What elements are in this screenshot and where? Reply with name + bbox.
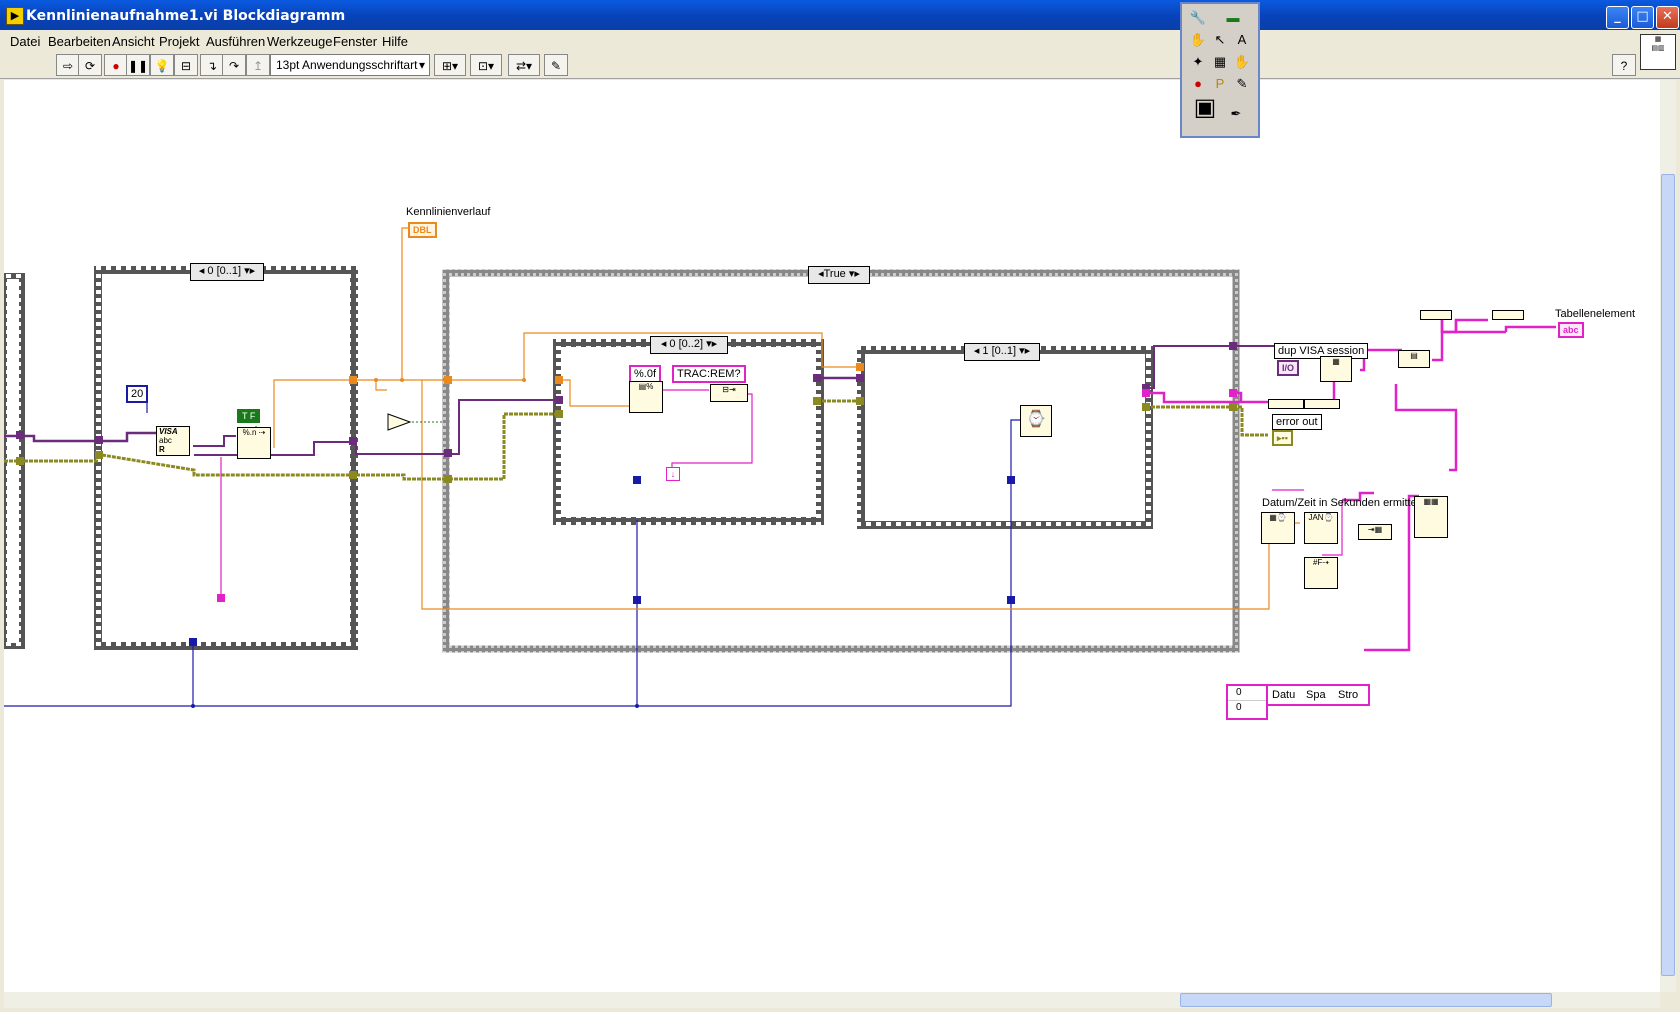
visa-read-node[interactable]: VISA abc R bbox=[156, 426, 190, 456]
kennlinienverlauf-terminal[interactable]: DBL bbox=[408, 222, 437, 238]
table-cell-3[interactable]: Stro bbox=[1338, 686, 1358, 704]
menu-ausfuehren[interactable]: Ausführen bbox=[206, 34, 265, 49]
tabellenelement-label: Tabellenelement bbox=[1555, 308, 1636, 320]
kennlinienverlauf-label: Kennlinienverlauf bbox=[406, 206, 491, 218]
minimize-button[interactable]: _ bbox=[1606, 6, 1629, 29]
retain-wire-values-icon[interactable]: ⊟ bbox=[174, 54, 198, 76]
abort-icon[interactable]: ● bbox=[104, 54, 128, 76]
tabellenelement-terminal[interactable]: abc bbox=[1558, 322, 1584, 338]
step-over-icon[interactable]: ↷ bbox=[222, 54, 246, 76]
error-out-terminal[interactable]: ▸▪▪ bbox=[1272, 430, 1293, 446]
menu-werkzeuge[interactable]: Werkzeuge bbox=[267, 34, 333, 49]
index-node-2[interactable] bbox=[1492, 310, 1524, 320]
sequence-1-selector[interactable]: ◂ 0 [0..1] ▾▸ bbox=[190, 263, 264, 281]
tools-palette[interactable]: 🔧 ▬ ✋ ↖ A ✦ ▦ ✋ ● P ✎ ▣ ✒ bbox=[1180, 2, 1260, 138]
block-diagram-canvas[interactable]: Kennlinienverlauf DBL 20 T F VISA abc R … bbox=[4, 80, 1660, 992]
reorder-icon[interactable]: ⇄▾ bbox=[508, 54, 540, 76]
text-tool-icon[interactable]: A bbox=[1232, 30, 1252, 50]
font-selector[interactable]: 13pt Anwendungsschriftart ▾ bbox=[270, 54, 430, 76]
scroll-tool-icon[interactable]: ✋ bbox=[1232, 52, 1252, 72]
array-subset-node[interactable]: ▤ bbox=[1398, 350, 1430, 368]
error-out-label: error out bbox=[1272, 414, 1322, 430]
shortcut-menu-tool-icon[interactable]: ▦ bbox=[1210, 52, 1230, 72]
menu-bearbeiten[interactable]: Bearbeiten bbox=[48, 34, 111, 49]
auto-tool-icon[interactable]: 🔧 bbox=[1188, 8, 1208, 28]
menu-hilfe[interactable]: Hilfe bbox=[382, 34, 408, 49]
cleanup-diagram-icon[interactable]: ✎ bbox=[544, 54, 568, 76]
labview-vi-icon: ▶ bbox=[6, 7, 24, 25]
set-color-tool-icon[interactable]: ▣ bbox=[1188, 96, 1222, 132]
step-into-icon[interactable]: ↴ bbox=[200, 54, 224, 76]
boolean-constant[interactable]: T F bbox=[237, 409, 261, 423]
get-date-time-icon[interactable]: ▦⌚ bbox=[1261, 512, 1295, 544]
window-title: Kennlinienaufnahme1.vi Blockdiagramm bbox=[26, 8, 346, 24]
operate-tool-icon[interactable]: ✋ bbox=[1188, 30, 1208, 50]
pause-icon[interactable]: ❚❚ bbox=[126, 54, 150, 76]
menu-datei[interactable]: Datei bbox=[10, 34, 40, 49]
number-to-string-node[interactable]: #F⇢ bbox=[1304, 557, 1338, 589]
vi-icon: ▦ ▤▥ bbox=[1640, 34, 1676, 70]
horizontal-scroll-thumb[interactable] bbox=[1180, 993, 1552, 1007]
insert-into-array-node[interactable]: ▦▦ bbox=[1414, 496, 1448, 538]
brush-tool-icon[interactable]: ✒ bbox=[1226, 104, 1246, 124]
menu-projekt[interactable]: Projekt bbox=[159, 34, 199, 49]
wait-ms-icon[interactable]: ⌚ bbox=[1020, 405, 1052, 437]
index-node-1[interactable] bbox=[1420, 310, 1452, 320]
string-output-terminal: ↓ bbox=[666, 467, 680, 481]
concatenate-node[interactable]: ⊟⇥ bbox=[710, 384, 748, 402]
sequence-2-selector[interactable]: ◂ 0 [0..2] ▾▸ bbox=[650, 336, 728, 354]
step-out-icon[interactable]: ↥ bbox=[246, 54, 270, 76]
string-array-constant[interactable]: Datu Spa Stro bbox=[1266, 684, 1370, 706]
command-string-constant[interactable]: TRAC:REM? bbox=[672, 365, 746, 383]
build-array-node[interactable]: ▦ bbox=[1320, 356, 1352, 382]
horizontal-scrollbar[interactable] bbox=[4, 992, 1660, 1008]
run-continuously-icon[interactable]: ⟳ bbox=[78, 54, 102, 76]
concat-strings-node[interactable]: ⇥▦ bbox=[1358, 524, 1392, 540]
sequence-3-selector[interactable]: ◂ 1 [0..1] ▾▸ bbox=[964, 343, 1040, 361]
menu-fenster[interactable]: Fenster bbox=[333, 34, 377, 49]
datum-zeit-label: Datum/Zeit in Sekunden ermitteln bbox=[1262, 497, 1426, 509]
highlight-execution-icon[interactable]: 💡 bbox=[150, 54, 174, 76]
array-index-display[interactable]: 0 0 bbox=[1226, 684, 1268, 720]
vertical-scrollbar[interactable] bbox=[1660, 80, 1676, 992]
diagram-wires bbox=[4, 227, 1556, 708]
bundle-node-2[interactable] bbox=[1304, 399, 1340, 409]
format-into-string-node[interactable]: ▤% bbox=[629, 381, 663, 413]
format-date-time-icon[interactable]: JAN⌚ bbox=[1304, 512, 1338, 544]
table-cell-2[interactable]: Spa bbox=[1306, 686, 1326, 704]
case-selector[interactable]: ◂True ▾▸ bbox=[808, 266, 870, 284]
bundle-node-1[interactable] bbox=[1268, 399, 1304, 409]
toolbar: ⇨ ⟳ ● ❚❚ 💡 ⊟ ↴ ↷ ↥ 13pt Anwendungsschrif… bbox=[0, 34, 1680, 79]
vertical-scroll-thumb[interactable] bbox=[1661, 174, 1675, 976]
distribute-objects-icon[interactable]: ⊡▾ bbox=[470, 54, 502, 76]
menu-bar: Datei Bearbeiten Ansicht Projekt Ausführ… bbox=[0, 30, 1680, 52]
align-objects-icon[interactable]: ⊞▾ bbox=[434, 54, 466, 76]
run-arrow-icon[interactable]: ⇨ bbox=[56, 54, 80, 76]
tool-indicator-icon[interactable]: ▬ bbox=[1218, 8, 1248, 28]
maximize-button[interactable]: □ bbox=[1631, 6, 1654, 29]
table-cell-1[interactable]: Datu bbox=[1272, 686, 1295, 704]
scan-from-string-node[interactable]: %.n ⇢ bbox=[237, 427, 271, 459]
dup-visa-terminal[interactable]: I/O bbox=[1277, 360, 1300, 376]
title-bar: ▶ Kennlinienaufnahme1.vi Blockdiagramm _… bbox=[0, 0, 1680, 30]
help-button[interactable]: ? bbox=[1612, 54, 1636, 76]
probe-tool-icon[interactable]: P bbox=[1210, 74, 1230, 94]
get-color-tool-icon[interactable]: ✎ bbox=[1232, 74, 1252, 94]
breakpoint-tool-icon[interactable]: ● bbox=[1188, 74, 1208, 94]
menu-ansicht[interactable]: Ansicht bbox=[112, 34, 155, 49]
constant-20[interactable]: 20 bbox=[126, 385, 149, 403]
wire-tool-icon[interactable]: ✦ bbox=[1188, 52, 1208, 72]
position-tool-icon[interactable]: ↖ bbox=[1210, 30, 1230, 50]
close-button[interactable]: ✕ bbox=[1656, 6, 1679, 29]
